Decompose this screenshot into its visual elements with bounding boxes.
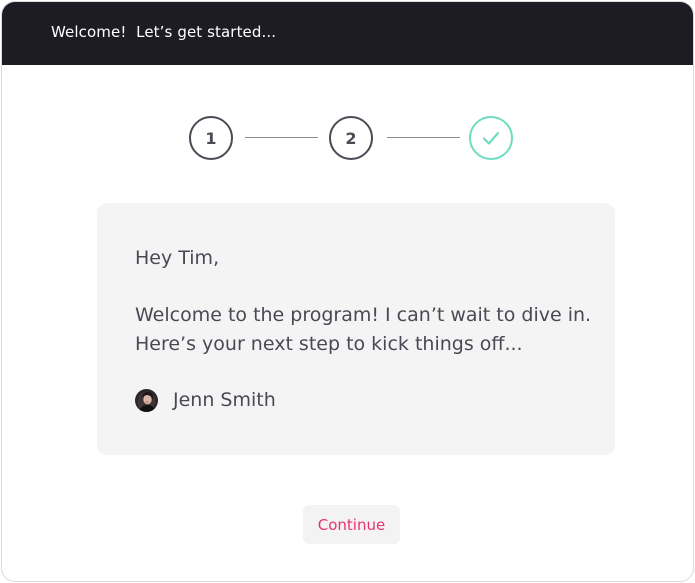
message-signature: Jenn Smith	[135, 388, 276, 412]
onboarding-window: Welcome! Let’s get started... 1 2 Hey Ti…	[1, 1, 694, 582]
step-connector	[387, 137, 460, 138]
step-connector	[245, 137, 318, 138]
step-3-indicator	[469, 116, 513, 160]
title-bar: Welcome! Let’s get started...	[2, 2, 693, 65]
step-1-label: 1	[205, 128, 217, 148]
continue-button[interactable]: Continue	[303, 505, 400, 544]
window-title: Welcome! Let’s get started...	[51, 23, 277, 41]
step-1-indicator: 1	[189, 116, 233, 160]
avatar	[135, 388, 158, 412]
message-line: Here’s your next step to kick things off…	[135, 333, 523, 355]
checkmark-icon	[482, 131, 500, 145]
signature-name: Jenn Smith	[173, 389, 276, 411]
message-greeting: Hey Tim,	[135, 247, 220, 269]
step-2-label: 2	[345, 128, 357, 148]
welcome-message-card: Hey Tim, Welcome to the program! I can’t…	[97, 203, 615, 455]
step-2-indicator: 2	[329, 116, 373, 160]
message-body: Welcome to the program! I can’t wait to …	[135, 301, 605, 359]
message-line: Welcome to the program! I can’t wait to …	[135, 304, 592, 326]
progress-stepper: 1 2	[2, 116, 693, 160]
